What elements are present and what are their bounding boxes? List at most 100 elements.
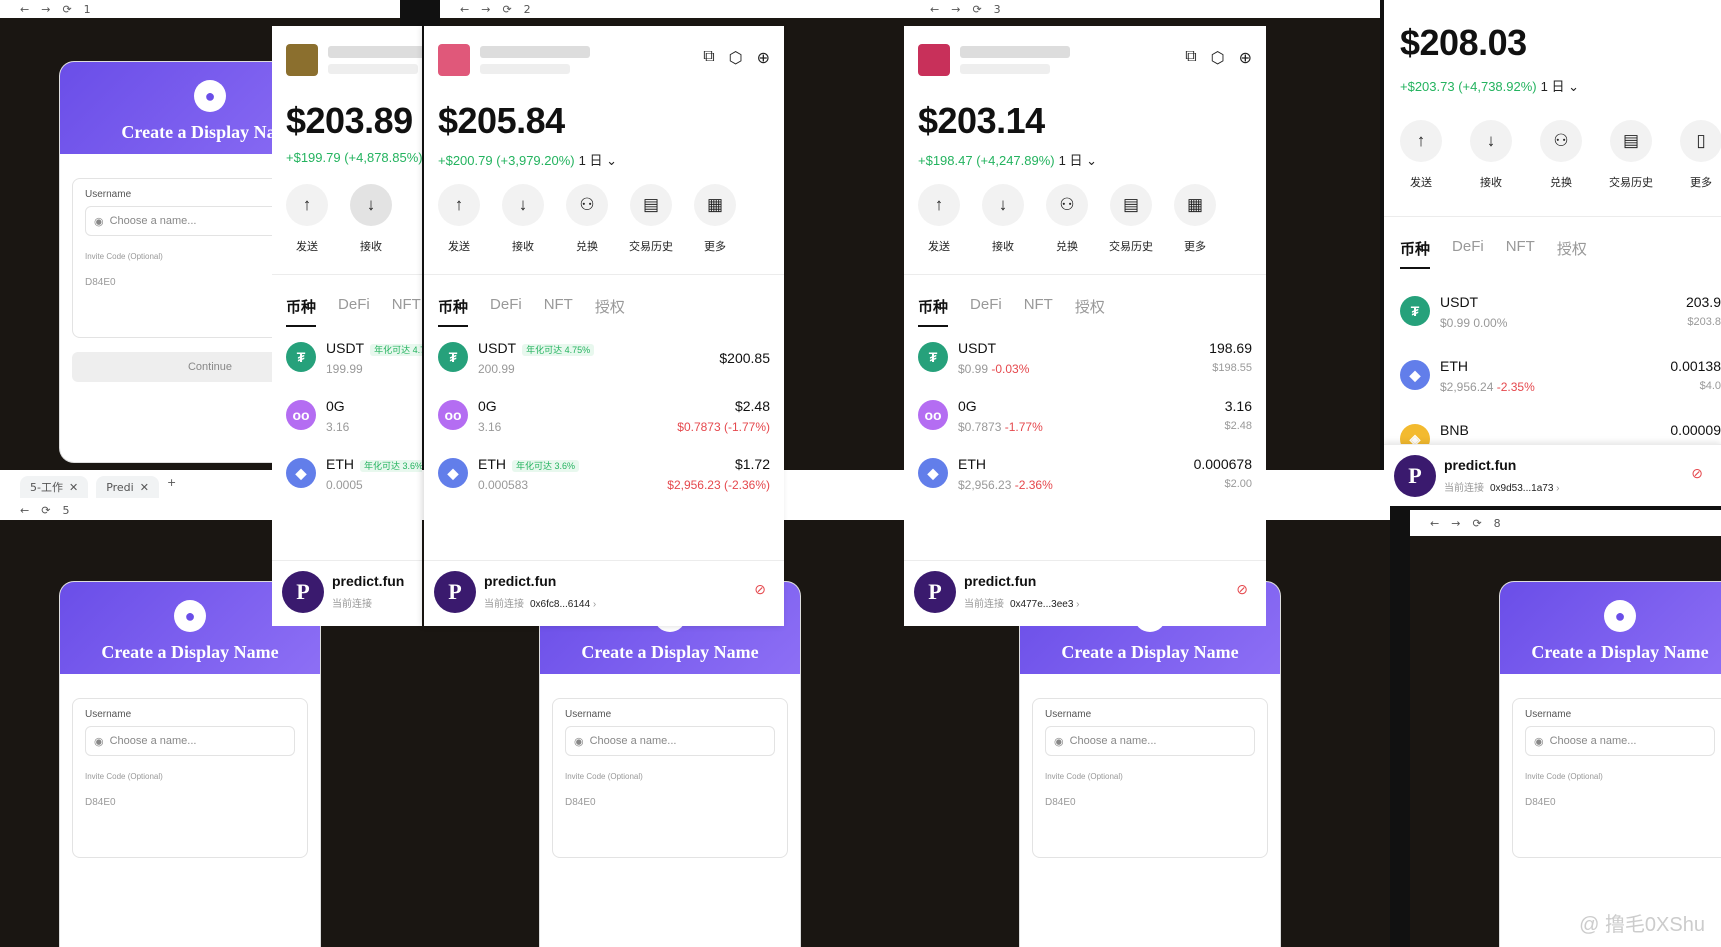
more-button[interactable]: ▦ 更多 xyxy=(694,184,736,254)
period-selector[interactable]: 1 日 ⌄ xyxy=(1059,153,1097,168)
reload-icon[interactable]: ⟳ xyxy=(62,3,71,16)
wallet-popup-3: ⧉ ⬡ ⊕ $203.14 +$198.47 (+4,247.89%) 1 日 ⌄ ↑… xyxy=(904,26,1266,626)
tab-other[interactable]: 5-工作 ✕ xyxy=(20,476,89,498)
token-row[interactable]: ₮ USDT $0.99 0.00% 203.9 $203.8 xyxy=(1400,292,1721,356)
globe-icon[interactable]: ⊕ xyxy=(1239,48,1252,68)
og-icon: oo xyxy=(286,400,316,430)
tab-approvals[interactable]: 授权 xyxy=(1075,296,1105,327)
token-row[interactable]: ◆ ETH $2,956.24 -2.35% 0.00138 $4.0 xyxy=(1400,356,1721,420)
forward-icon[interactable]: → xyxy=(41,3,50,16)
tab-tokens[interactable]: 币种 xyxy=(438,296,469,327)
tab-tokens[interactable]: 币种 xyxy=(918,296,949,327)
display-name-card: ●Create a Display Name Username ◉Choose … xyxy=(60,582,320,947)
forward-icon[interactable]: → xyxy=(481,3,490,16)
tab-nft[interactable]: NFT xyxy=(392,296,421,327)
reload-icon[interactable]: ⟳ xyxy=(972,3,981,16)
arrow-down-icon: ↓ xyxy=(350,184,392,226)
receive-button[interactable]: ↓ 接收 xyxy=(982,184,1024,254)
reload-icon[interactable]: ⟳ xyxy=(41,504,50,517)
tab-number: 1 xyxy=(83,2,91,16)
tab-tokens[interactable]: 币种 xyxy=(1400,238,1431,269)
swap-button[interactable]: ⚇ 兑换 xyxy=(1046,184,1088,254)
tab-nft[interactable]: NFT xyxy=(1506,238,1535,269)
history-button[interactable]: ▤ 交易历史 xyxy=(1109,184,1153,254)
history-button[interactable]: ▤ 交易历史 xyxy=(1609,120,1653,190)
send-button[interactable]: ↑ 发送 xyxy=(286,184,328,254)
username-input[interactable]: ◉ Choose a name... xyxy=(1045,726,1255,756)
token-row[interactable]: ₮ USDT $0.99 -0.03% 198.69 $198.55 xyxy=(918,338,1252,396)
receive-button[interactable]: ↓ 接收 xyxy=(502,184,544,254)
account-avatar[interactable] xyxy=(286,44,318,76)
more-button[interactable]: ▦ 更多 xyxy=(1174,184,1216,254)
token-row[interactable]: oo 0G 3.16 xyxy=(286,396,408,454)
account-avatar[interactable] xyxy=(918,44,950,76)
send-button[interactable]: ↑ 发送 xyxy=(918,184,960,254)
token-row[interactable]: ◆ ETH 年化可达 3.6% 0.0005 xyxy=(286,454,422,512)
tab-approvals[interactable]: 授权 xyxy=(1557,238,1587,269)
hexagon-icon[interactable]: ⬡ xyxy=(729,48,743,68)
display-name-card: ●Create a Display Name Username ◉Choose … xyxy=(1020,582,1280,947)
copy-icon[interactable]: ⧉ xyxy=(703,48,714,68)
watermark: @ 撸毛0XShu xyxy=(1579,914,1705,936)
token-row[interactable]: oo 0G 3.16 $2.48 $0.7873 (-1.77%) xyxy=(438,396,770,454)
tab-defi[interactable]: DeFi xyxy=(490,296,522,327)
tab-nft[interactable]: NFT xyxy=(1024,296,1053,327)
back-icon[interactable]: ← xyxy=(460,3,469,16)
send-button[interactable]: ↑ 发送 xyxy=(438,184,480,254)
period-selector[interactable]: 1 日 ⌄ xyxy=(1541,79,1579,94)
account-avatar[interactable] xyxy=(438,44,470,76)
usdt-icon: ₮ xyxy=(918,342,948,372)
token-row[interactable]: ₮ USDT 年化可达 4.75% 200.99 $200.85 xyxy=(438,338,770,396)
globe-icon[interactable]: ⊕ xyxy=(757,48,770,68)
username-input[interactable]: ◉ Choose a name... xyxy=(85,726,295,756)
send-button[interactable]: ↑ 发送 xyxy=(1400,120,1442,190)
period-selector[interactable]: 1 日 ⌄ xyxy=(579,153,617,168)
usdt-icon: ₮ xyxy=(438,342,468,372)
forward-icon[interactable]: → xyxy=(951,3,960,16)
tab-nft[interactable]: NFT xyxy=(544,296,573,327)
username-input[interactable]: ◉ Choose a name... xyxy=(1525,726,1715,756)
og-icon: oo xyxy=(918,400,948,430)
wallet-popup-2: ⧉ ⬡ ⊕ $205.84 +$200.79 (+3,979.20%) 1 日 ⌄ ↑… xyxy=(424,26,784,626)
tab-predict[interactable]: Predi ✕ xyxy=(96,476,159,498)
disconnect-icon[interactable]: ⊘ xyxy=(1236,581,1248,598)
token-row[interactable]: oo 0G $0.7873 -1.77% 3.16 $2.48 xyxy=(918,396,1252,454)
forward-icon[interactable]: → xyxy=(1451,517,1460,530)
reload-icon[interactable]: ⟳ xyxy=(502,3,511,16)
receive-button[interactable]: ↓ 接收 xyxy=(350,184,392,254)
connected-address[interactable]: 0x6fc8...6144 xyxy=(530,599,590,610)
connected-address[interactable]: 0x477e...3ee3 xyxy=(1010,599,1073,610)
tab-defi[interactable]: DeFi xyxy=(338,296,370,327)
username-input[interactable]: ◉ Choose a name... xyxy=(565,726,775,756)
user-icon: ◉ xyxy=(94,215,104,228)
tab-approvals[interactable]: 授权 xyxy=(595,296,625,327)
balance-change: +$200.79 (+3,979.20%) 1 日 ⌄ xyxy=(438,153,617,168)
swap-button[interactable]: ⚇ 兑换 xyxy=(1540,120,1582,190)
disconnect-icon[interactable]: ⊘ xyxy=(1691,465,1703,482)
back-icon[interactable]: ← xyxy=(930,3,939,16)
more-button[interactable]: ▯ 更多 xyxy=(1680,120,1721,190)
history-button[interactable]: ▤ 交易历史 xyxy=(629,184,673,254)
back-icon[interactable]: ← xyxy=(1430,517,1439,530)
disconnect-icon[interactable]: ⊘ xyxy=(754,581,766,598)
browser-window-5: ← → ⟳ 8 ● Create a Display Name Username … xyxy=(1410,510,1721,947)
tab-tokens[interactable]: 币种 xyxy=(286,296,317,327)
copy-icon[interactable]: ⧉ xyxy=(1185,48,1196,68)
token-row[interactable]: ◆ ETH $2,956.23 -2.36% 0.000678 $2.00 xyxy=(918,454,1252,512)
display-name-card: ●Create a Display Name Username ◉Choose … xyxy=(1500,582,1721,947)
back-icon[interactable]: ← xyxy=(20,504,29,517)
swap-icon: ⚇ xyxy=(566,184,608,226)
receive-button[interactable]: ↓ 接收 xyxy=(1470,120,1512,190)
token-row[interactable]: ◆ ETH 年化可达 3.6% 0.000583 $1.72 $2,956.23 (-2.… xyxy=(438,454,770,512)
tab-defi[interactable]: DeFi xyxy=(970,296,1002,327)
connected-address[interactable]: 0x9d53...1a73 xyxy=(1490,483,1553,494)
token-row[interactable]: ₮USDT年化可达 4.75%199.99 xyxy=(286,338,422,396)
back-icon[interactable]: ← xyxy=(20,3,29,16)
usdt-icon: ₮ xyxy=(1400,296,1430,326)
reload-icon[interactable]: ⟳ xyxy=(1472,517,1481,530)
swap-button[interactable]: ⚇ 兑换 xyxy=(566,184,608,254)
swap-icon: ⚇ xyxy=(1046,184,1088,226)
tab-defi[interactable]: DeFi xyxy=(1452,238,1484,269)
new-tab-button[interactable]: + xyxy=(167,476,176,498)
hexagon-icon[interactable]: ⬡ xyxy=(1211,48,1225,68)
